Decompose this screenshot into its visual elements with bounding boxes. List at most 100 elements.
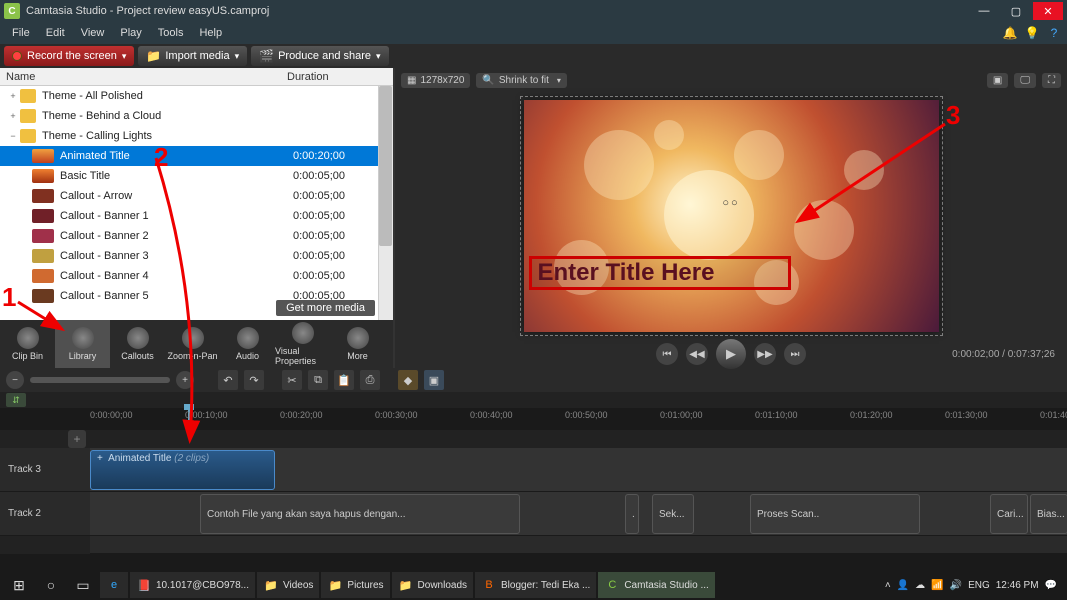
import-media-button[interactable]: 📁 Import media ▾ xyxy=(138,46,247,66)
expand-icon[interactable]: + xyxy=(6,111,20,121)
menu-edit[interactable]: Edit xyxy=(38,25,73,41)
tool-tab-visual-properties[interactable]: Visual Properties xyxy=(275,320,330,368)
library-item[interactable]: Callout - Arrow0:00:05;00 xyxy=(0,186,393,206)
quiz-button[interactable]: ▣ xyxy=(424,370,444,390)
bulb-icon[interactable]: 💡 xyxy=(1023,24,1041,42)
edge-taskbar-icon[interactable]: e xyxy=(100,572,128,598)
library-scrollbar[interactable] xyxy=(378,86,393,320)
tray-wifi-icon[interactable]: 📶 xyxy=(931,580,943,591)
zoom-out-button[interactable]: − xyxy=(6,371,24,389)
redo-button[interactable]: ↷ xyxy=(244,370,264,390)
library-item[interactable]: Callout - Banner 20:00:05;00 xyxy=(0,226,393,246)
clip-proses[interactable]: Proses Scan.. xyxy=(750,494,920,534)
get-more-media-button[interactable]: Get more media xyxy=(276,300,375,316)
tray-people-icon[interactable]: 👤 xyxy=(897,580,909,591)
track-3-header[interactable]: Track 3 xyxy=(0,448,90,491)
markers-button[interactable]: ◆ xyxy=(398,370,418,390)
col-name[interactable]: Name xyxy=(6,71,287,83)
play-button[interactable]: ▶ xyxy=(716,339,746,369)
library-item[interactable]: Callout - Banner 40:00:05;00 xyxy=(0,266,393,286)
collapse-icon[interactable]: − xyxy=(6,131,20,141)
taskbar-item[interactable]: 📁Pictures xyxy=(321,572,389,598)
help-icon[interactable]: ? xyxy=(1045,24,1063,42)
taskbar-item[interactable]: 📁Downloads xyxy=(392,572,473,598)
start-button[interactable]: ⊞ xyxy=(4,572,34,598)
library-item[interactable]: Animated Title0:00:20;00 xyxy=(0,146,393,166)
tool-tab-zoom-n-pan[interactable]: Zoom-n-Pan xyxy=(165,320,220,368)
track-extra[interactable] xyxy=(90,536,1067,554)
clip-bias[interactable]: Bias... xyxy=(1030,494,1067,534)
clip-dot[interactable]: . xyxy=(625,494,639,534)
zoom-in-button[interactable]: + xyxy=(176,371,194,389)
bell-icon[interactable]: 🔔 xyxy=(1001,24,1019,42)
timeline-ruler[interactable]: 0:00:00;000:00:10;000:00:20;000:00:30;00… xyxy=(0,408,1067,426)
next-clip-button[interactable]: ⏭ xyxy=(784,343,806,365)
preview-canvas[interactable]: ○○ Enter Title Here xyxy=(524,100,939,332)
taskbar-item[interactable]: 📕10.1017@CBO978... xyxy=(130,572,255,598)
preview-icon-2[interactable]: 🖵 xyxy=(1014,73,1036,88)
taskbar-item[interactable]: CCamtasia Studio ... xyxy=(598,572,714,598)
tool-tab-callouts[interactable]: Callouts xyxy=(110,320,165,368)
expand-icon[interactable]: + xyxy=(6,91,20,101)
clip-contoh[interactable]: Contoh File yang akan saya hapus dengan.… xyxy=(200,494,520,534)
theme-folder[interactable]: +Theme - All Polished xyxy=(0,86,393,106)
menu-play[interactable]: Play xyxy=(112,25,149,41)
theme-folder[interactable]: +Theme - Behind a Cloud xyxy=(0,106,393,126)
track-2-header[interactable]: Track 2 xyxy=(0,492,90,535)
taskbar-item[interactable]: BBlogger: Tedi Eka ... xyxy=(475,572,596,598)
title-edit-box[interactable]: Enter Title Here xyxy=(529,256,791,290)
tray-up-icon[interactable]: ˄ xyxy=(885,580,891,591)
preview-icon-1[interactable]: ▣ xyxy=(987,73,1008,88)
col-duration[interactable]: Duration xyxy=(287,71,387,83)
menu-help[interactable]: Help xyxy=(191,25,230,41)
tool-tab-clip-bin[interactable]: Clip Bin xyxy=(0,320,55,368)
step-fwd-button[interactable]: ▶▶ xyxy=(754,343,776,365)
adv-toggle-button[interactable]: ⇵ xyxy=(6,393,26,407)
maximize-button[interactable]: ▢ xyxy=(1001,2,1031,20)
menu-view[interactable]: View xyxy=(73,25,113,41)
expand-clip-icon[interactable]: + xyxy=(97,453,103,464)
tool-tab-library[interactable]: Library xyxy=(55,320,110,368)
tab-icon xyxy=(347,327,369,349)
close-button[interactable]: ✕ xyxy=(1033,2,1063,20)
track-2-area[interactable]: Contoh File yang akan saya hapus dengan.… xyxy=(90,492,1067,535)
tray-volume-icon[interactable]: 🔊 xyxy=(950,580,962,591)
library-item[interactable]: Callout - Banner 30:00:05;00 xyxy=(0,246,393,266)
theme-folder[interactable]: −Theme - Calling Lights xyxy=(0,126,393,146)
produce-share-button[interactable]: 🎬 Produce and share ▾ xyxy=(251,46,388,66)
cortana-button[interactable]: ○ xyxy=(36,572,66,598)
tool-tab-more[interactable]: More xyxy=(330,320,385,368)
record-screen-button[interactable]: Record the screen ▾ xyxy=(4,46,134,66)
prev-clip-button[interactable]: ⏮ xyxy=(656,343,678,365)
tray-lang[interactable]: ENG xyxy=(968,580,990,591)
copy-button[interactable]: ⧉ xyxy=(308,370,328,390)
editing-dimensions-button[interactable]: ▦1278x720 xyxy=(401,73,470,88)
menu-file[interactable]: File xyxy=(4,25,38,41)
tray-clock[interactable]: 12:46 PM xyxy=(996,580,1039,591)
rotate-handle[interactable]: ○○ xyxy=(722,197,739,209)
split-button[interactable]: ⎙ xyxy=(360,370,380,390)
undo-button[interactable]: ↶ xyxy=(218,370,238,390)
track-3-area[interactable]: + Animated Title (2 clips) xyxy=(90,448,1067,491)
zoom-slider[interactable] xyxy=(30,377,170,383)
task-view-button[interactable]: ▭ xyxy=(68,572,98,598)
clip-animated-title[interactable]: + Animated Title (2 clips) xyxy=(90,450,275,490)
shrink-to-fit-button[interactable]: 🔍Shrink to fit▾ xyxy=(476,73,567,88)
thumb-icon xyxy=(32,229,54,243)
tray-cloud-icon[interactable]: ☁ xyxy=(915,580,925,591)
library-item[interactable]: Basic Title0:00:05;00 xyxy=(0,166,393,186)
tray-notif-icon[interactable]: 💬 xyxy=(1045,580,1057,591)
cut-button[interactable]: ✂ xyxy=(282,370,302,390)
taskbar-item[interactable]: 📁Videos xyxy=(257,572,319,598)
step-back-button[interactable]: ◀◀ xyxy=(686,343,708,365)
menu-tools[interactable]: Tools xyxy=(150,25,192,41)
selection-handles[interactable] xyxy=(520,96,943,336)
clip-sek[interactable]: Sek... xyxy=(652,494,694,534)
minimize-button[interactable]: — xyxy=(969,2,999,20)
preview-icon-3[interactable]: ⛶ xyxy=(1042,73,1061,88)
add-track-button[interactable]: + xyxy=(68,430,86,448)
clip-cari[interactable]: Cari... xyxy=(990,494,1028,534)
library-item[interactable]: Callout - Banner 10:00:05;00 xyxy=(0,206,393,226)
tool-tab-audio[interactable]: Audio xyxy=(220,320,275,368)
paste-button[interactable]: 📋 xyxy=(334,370,354,390)
